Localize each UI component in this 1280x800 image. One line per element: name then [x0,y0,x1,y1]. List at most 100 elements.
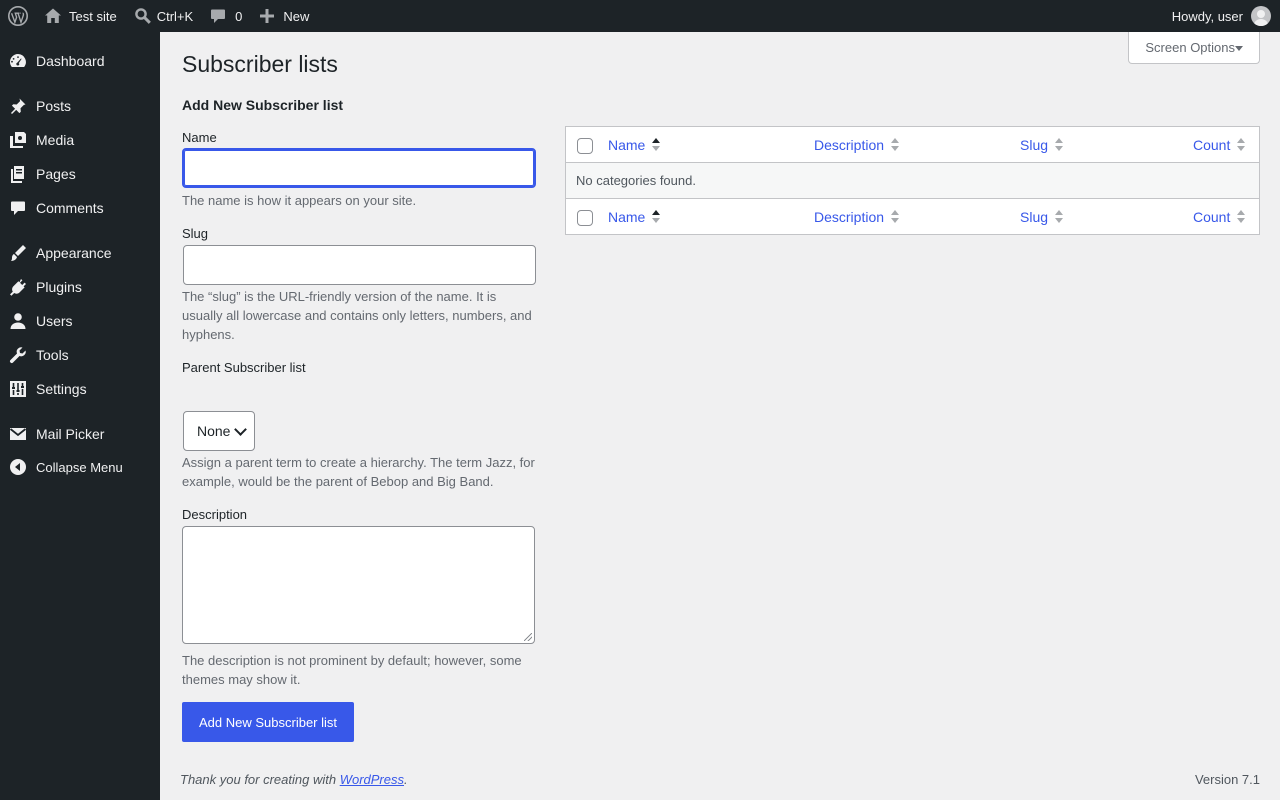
plus-icon [259,9,275,23]
sidebar-item-dashboard[interactable]: Dashboard [0,44,160,78]
sidebar-item-label: Media [36,132,75,148]
wordpress-logo-button[interactable] [0,0,34,32]
plugin-icon [0,278,36,296]
parent-select[interactable]: None [183,411,255,451]
avatar [1251,6,1271,26]
sort-ascending-icon [651,137,661,152]
column-header-count[interactable]: Count [1193,127,1246,162]
home-icon [43,7,63,25]
pages-icon [0,165,36,183]
column-footer-description[interactable]: Description [814,199,900,234]
description-textarea[interactable] [182,526,535,644]
sidebar-item-tools[interactable]: Tools [0,338,160,372]
column-footer-slug[interactable]: Slug [1020,199,1064,234]
parent-help-text: Assign a parent term to create a hierarc… [182,455,535,489]
sidebar-item-label: Posts [36,98,72,114]
form-heading: Add New Subscriber list [182,97,344,113]
sidebar-item-label: Settings [36,381,87,397]
sort-icon [1054,209,1064,224]
site-name-label: Test site [69,8,117,24]
sidebar-item-label: Dashboard [36,53,105,69]
table-row: No categories found. [566,163,1259,199]
column-label: Description [814,136,885,153]
comments-icon [0,200,36,216]
table-header-row: Name Description Slug Count [566,127,1259,163]
admin-menu: Dashboard Posts Media Pages Comments App… [0,32,160,800]
sort-icon [890,209,900,224]
column-footer-name[interactable]: Name [608,199,661,234]
collapse-arrow-icon [0,458,36,476]
sidebar-item-label: Comments [36,200,104,216]
admin-bar: Test site Ctrl+K 0 New Howdy, user [0,0,1280,32]
slug-label: Slug [182,226,209,241]
column-label: Count [1193,136,1231,153]
sidebar-item-comments[interactable]: Comments [0,191,160,225]
name-input[interactable] [182,148,536,188]
select-all-checkbox[interactable] [577,138,593,154]
column-header-description[interactable]: Description [814,127,900,162]
wrench-icon [0,346,36,364]
greeting-label: Howdy, user [1171,8,1243,24]
account-menu[interactable]: Howdy, user [1172,0,1271,32]
sidebar-item-label: Mail Picker [36,426,105,442]
sort-icon [1236,137,1246,152]
sort-icon [1054,137,1064,152]
footer-thanks: Thank you for creating with WordPress. [180,772,408,787]
pin-icon [0,97,36,115]
envelope-icon [0,425,36,443]
sidebar-item-mail-picker[interactable]: Mail Picker [0,417,160,451]
parent-label: Parent Subscriber list [182,360,306,375]
sort-ascending-icon [651,209,661,224]
sidebar-item-users[interactable]: Users [0,304,160,338]
footer-version: Version 7.1 [1194,772,1260,787]
collapse-menu-label: Collapse Menu [36,459,123,475]
column-header-slug[interactable]: Slug [1020,127,1064,162]
add-new-subscriber-list-button[interactable]: Add New Subscriber list [182,702,354,742]
footer-thanks-text: Thank you for creating with [180,772,337,787]
sidebar-item-media[interactable]: Media [0,123,160,157]
column-label: Name [608,136,646,153]
search-icon [133,7,153,25]
parent-selected-value: None [197,423,231,439]
terms-table: Name Description Slug Count No categorie… [565,126,1260,235]
sidebar-item-label: Plugins [36,279,82,295]
slug-help-text: The “slug” is the URL-friendly version o… [182,289,532,342]
brush-icon [0,244,36,262]
sidebar-item-label: Pages [36,166,76,182]
sidebar-item-settings[interactable]: Settings [0,372,160,406]
column-label: Description [814,208,885,225]
screen-options-button[interactable]: Screen Options [1128,32,1260,64]
collapse-menu-button[interactable]: Collapse Menu [0,450,160,484]
column-label: Name [608,208,646,225]
sidebar-item-appearance[interactable]: Appearance [0,236,160,270]
new-content-button[interactable]: New [259,0,309,32]
column-header-name[interactable]: Name [608,127,661,162]
comment-icon [209,8,227,24]
wordpress-logo-icon [7,6,28,26]
slug-input[interactable] [183,245,536,285]
column-label: Count [1193,208,1231,225]
sidebar-item-posts[interactable]: Posts [0,89,160,123]
sidebar-item-pages[interactable]: Pages [0,157,160,191]
settings-icon [0,380,36,398]
site-name-link[interactable]: Test site [34,0,117,32]
sidebar-item-plugins[interactable]: Plugins [0,270,160,304]
footer-thanks-end: . [404,772,408,787]
column-label: Slug [1020,208,1049,225]
select-all-checkbox-footer[interactable] [577,210,593,226]
column-footer-count[interactable]: Count [1193,199,1246,234]
page-title: Subscriber lists [182,51,338,77]
description-help-text: The description is not prominent by defa… [182,653,522,687]
sidebar-item-label: Appearance [36,245,112,261]
sort-icon [890,137,900,152]
comments-count: 0 [235,8,243,24]
dashboard-icon [0,52,36,70]
sidebar-item-label: Tools [36,347,69,363]
command-palette-button[interactable]: Ctrl+K [133,0,193,32]
comments-link[interactable]: 0 [209,0,242,32]
description-label: Description [182,507,248,522]
table-footer-row: Name Description Slug Count [566,198,1259,234]
new-label: New [283,8,310,24]
sort-icon [1236,209,1246,224]
wordpress-link[interactable]: WordPress [340,772,404,787]
